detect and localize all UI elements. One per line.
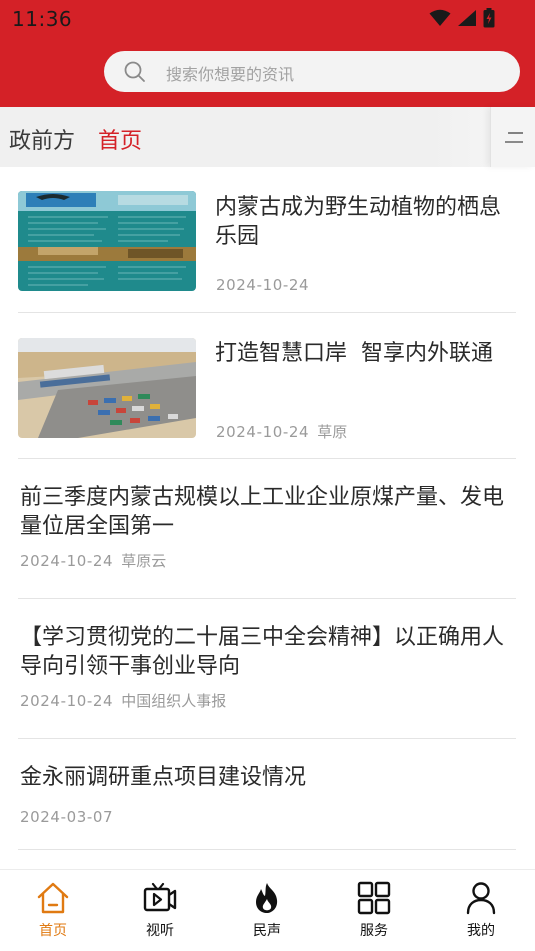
fire-icon: [256, 883, 278, 913]
status-time: 11:36: [12, 7, 73, 31]
news-item[interactable]: 前三季度内蒙古规模以上工业企业原煤产量、发电量位居全国第一 2024-10-24…: [18, 459, 516, 599]
channel-bar: 政前方 首页: [0, 107, 535, 167]
app-header: 11:36 搜索你想要的资讯: [0, 0, 535, 107]
news-title: 【学习贯彻党的二十届三中全会精神】以正确用人导向引领干事创业导向: [20, 625, 505, 679]
tab-profile[interactable]: 我的: [446, 880, 516, 940]
news-meta: 2024-10-24 草原: [216, 421, 347, 442]
tab-public-voice[interactable]: 民声: [232, 880, 302, 940]
channel-tab-home[interactable]: 首页: [98, 123, 142, 155]
video-icon: [143, 882, 177, 912]
news-item[interactable]: 【学习贯彻党的二十届三中全会精神】以正确用人导向引领干事创业导向 2024-10…: [18, 599, 516, 739]
grid-icon: [357, 881, 391, 915]
news-meta: 2024-03-07: [20, 808, 113, 826]
tab-video[interactable]: 视听: [125, 880, 195, 940]
news-thumbnail-wildlife: [18, 191, 196, 291]
news-thumbnail-port: [18, 338, 196, 438]
news-date: 2024-03-07: [20, 808, 114, 826]
status-bar: 11:36: [0, 0, 535, 38]
tab-label: 我的: [467, 923, 495, 939]
search-placeholder: 搜索你想要的资讯: [166, 65, 295, 84]
news-source: 中国组织人事报: [121, 692, 227, 710]
signal-icon: [458, 10, 476, 26]
tab-label: 民声: [253, 923, 281, 939]
news-item[interactable]: 金永丽调研重点项目建设情况 2024-03-07: [18, 739, 516, 850]
news-meta: 2024-10-24 中国组织人事报: [20, 690, 226, 711]
home-icon: [37, 882, 69, 914]
news-date: 2024-10-24: [216, 276, 310, 294]
news-date: 2024-10-24: [20, 692, 114, 710]
news-source: 草原: [317, 423, 348, 441]
status-icons: [429, 8, 495, 28]
channel-fade: [430, 107, 490, 167]
news-meta: 2024-10-24 草原云: [20, 550, 166, 571]
search-input[interactable]: 搜索你想要的资讯: [104, 51, 520, 92]
wifi-icon: [429, 9, 451, 26]
tab-label: 服务: [360, 923, 388, 939]
channel-menu-icon: [505, 132, 523, 143]
news-title: 前三季度内蒙古规模以上工业企业原煤产量、发电量位居全国第一: [20, 485, 505, 539]
tab-label: 视听: [146, 923, 174, 939]
search-icon: [124, 61, 145, 82]
bottom-tab-bar: 首页 视听 民声 服务 我的: [0, 869, 535, 951]
news-item[interactable]: 内蒙古成为野生动植物的栖息乐园 2024-10-24: [18, 167, 516, 313]
battery-icon: [483, 8, 495, 28]
tab-services[interactable]: 服务: [339, 880, 409, 940]
user-icon: [466, 882, 496, 915]
news-date: 2024-10-24: [20, 552, 114, 570]
news-meta: 2024-10-24: [216, 276, 309, 294]
news-title: 金永丽调研重点项目建设情况: [20, 765, 307, 790]
news-date: 2024-10-24: [216, 423, 310, 441]
news-source: 草原云: [121, 552, 167, 570]
tab-label: 首页: [39, 923, 67, 939]
news-item[interactable]: 打造智慧口岸 智享内外联通 2024-10-24 草原: [18, 313, 516, 459]
channel-tab-zhengqianfang[interactable]: 政前方: [9, 123, 75, 155]
tab-home[interactable]: 首页: [18, 880, 88, 940]
news-title: 内蒙古成为野生动植物的栖息乐园: [215, 195, 502, 249]
channel-menu-button[interactable]: [490, 107, 535, 167]
news-title: 打造智慧口岸 智享内外联通: [215, 341, 493, 366]
